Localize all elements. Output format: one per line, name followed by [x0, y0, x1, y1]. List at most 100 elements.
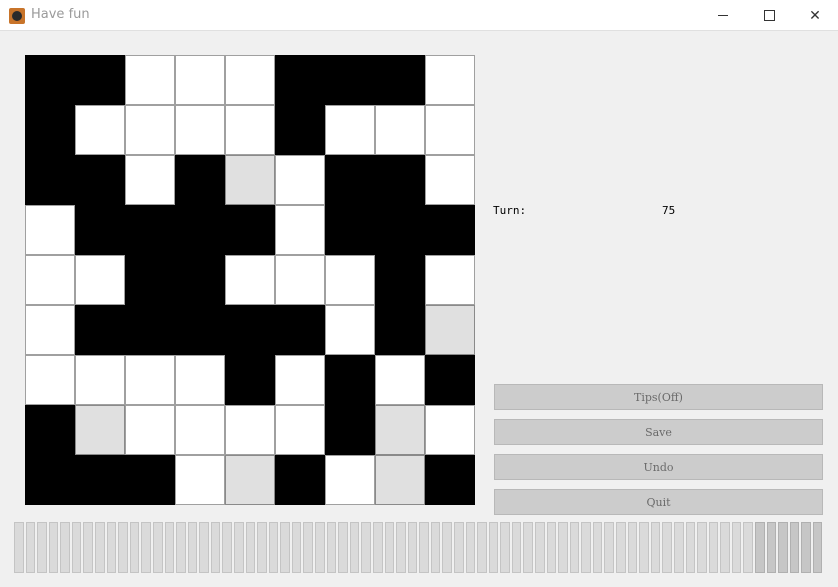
board-cell[interactable] [25, 255, 75, 305]
board-cell[interactable] [275, 455, 325, 505]
progress-segment [83, 522, 94, 573]
board-cell[interactable] [425, 305, 475, 355]
board-cell[interactable] [225, 355, 275, 405]
board-cell[interactable] [75, 205, 125, 255]
board-cell[interactable] [275, 205, 325, 255]
board-cell[interactable] [275, 405, 325, 455]
board-cell[interactable] [25, 105, 75, 155]
board-cell[interactable] [175, 405, 225, 455]
board-cell[interactable] [75, 405, 125, 455]
board-cell[interactable] [225, 105, 275, 155]
board-cell[interactable] [325, 205, 375, 255]
board-cell[interactable] [175, 455, 225, 505]
board-cell[interactable] [125, 55, 175, 105]
board-cell[interactable] [325, 355, 375, 405]
board-cell[interactable] [25, 55, 75, 105]
board-cell[interactable] [125, 105, 175, 155]
board-cell[interactable] [225, 255, 275, 305]
board-cell[interactable] [325, 155, 375, 205]
board-cell[interactable] [175, 355, 225, 405]
board-cell[interactable] [225, 155, 275, 205]
progress-segment [592, 522, 603, 573]
progress-segment [685, 522, 696, 573]
board-cell[interactable] [275, 255, 325, 305]
board-cell[interactable] [125, 405, 175, 455]
board-cell[interactable] [75, 55, 125, 105]
progress-segment [604, 522, 615, 573]
board-cell[interactable] [75, 255, 125, 305]
progress-segment [453, 522, 464, 573]
minimize-button[interactable] [700, 0, 746, 31]
board-cell[interactable] [225, 55, 275, 105]
maximize-button[interactable] [746, 0, 792, 31]
board-cell[interactable] [275, 305, 325, 355]
board-cell[interactable] [25, 355, 75, 405]
app-icon [9, 8, 25, 24]
board-cell[interactable] [125, 305, 175, 355]
progress-segment [500, 522, 510, 573]
board-cell[interactable] [375, 105, 425, 155]
board-cell[interactable] [375, 255, 425, 305]
board-cell[interactable] [325, 55, 375, 105]
progress-segment [743, 522, 753, 573]
board-cell[interactable] [175, 155, 225, 205]
board-cell[interactable] [275, 55, 325, 105]
board-cell[interactable] [175, 255, 225, 305]
board-cell[interactable] [75, 155, 125, 205]
board-cell[interactable] [425, 205, 475, 255]
board-cell[interactable] [325, 305, 375, 355]
progress-segment [581, 522, 591, 573]
board-cell[interactable] [425, 55, 475, 105]
quit-button[interactable]: Quit [494, 489, 823, 515]
board-cell[interactable] [375, 55, 425, 105]
board-cell[interactable] [325, 255, 375, 305]
board-cell[interactable] [125, 155, 175, 205]
board-cell[interactable] [75, 455, 125, 505]
board-cell[interactable] [25, 205, 75, 255]
board-cell[interactable] [425, 105, 475, 155]
board-cell[interactable] [375, 205, 425, 255]
board-cell[interactable] [225, 305, 275, 355]
board-cell[interactable] [275, 155, 325, 205]
board-cell[interactable] [125, 355, 175, 405]
board-cell[interactable] [375, 155, 425, 205]
board-cell[interactable] [375, 305, 425, 355]
board-cell[interactable] [175, 105, 225, 155]
board-cell[interactable] [125, 255, 175, 305]
board-cell[interactable] [425, 405, 475, 455]
board-cell[interactable] [125, 205, 175, 255]
board-cell[interactable] [275, 105, 325, 155]
board-cell[interactable] [75, 305, 125, 355]
board-cell[interactable] [125, 455, 175, 505]
progress-segment [430, 522, 441, 573]
board-cell[interactable] [175, 305, 225, 355]
progress-segment [673, 522, 684, 573]
board-cell[interactable] [375, 455, 425, 505]
board-cell[interactable] [25, 455, 75, 505]
board-cell[interactable] [175, 55, 225, 105]
board-cell[interactable] [375, 355, 425, 405]
board-cell[interactable] [425, 255, 475, 305]
board-cell[interactable] [25, 305, 75, 355]
board-cell[interactable] [225, 205, 275, 255]
tips-button[interactable]: Tips(Off) [494, 384, 823, 410]
undo-button[interactable]: Undo [494, 454, 823, 480]
board-cell[interactable] [325, 455, 375, 505]
board-cell[interactable] [175, 205, 225, 255]
close-button[interactable]: ✕ [792, 0, 838, 31]
save-button[interactable]: Save [494, 419, 823, 445]
board-cell[interactable] [225, 455, 275, 505]
board-cell[interactable] [275, 355, 325, 405]
board-cell[interactable] [75, 105, 125, 155]
board-cell[interactable] [25, 155, 75, 205]
board-cell[interactable] [425, 455, 475, 505]
board-cell[interactable] [225, 405, 275, 455]
progress-segment [778, 522, 788, 573]
board-cell[interactable] [75, 355, 125, 405]
board-cell[interactable] [425, 355, 475, 405]
board-cell[interactable] [325, 105, 375, 155]
board-cell[interactable] [325, 405, 375, 455]
board-cell[interactable] [25, 405, 75, 455]
board-cell[interactable] [375, 405, 425, 455]
board-cell[interactable] [425, 155, 475, 205]
